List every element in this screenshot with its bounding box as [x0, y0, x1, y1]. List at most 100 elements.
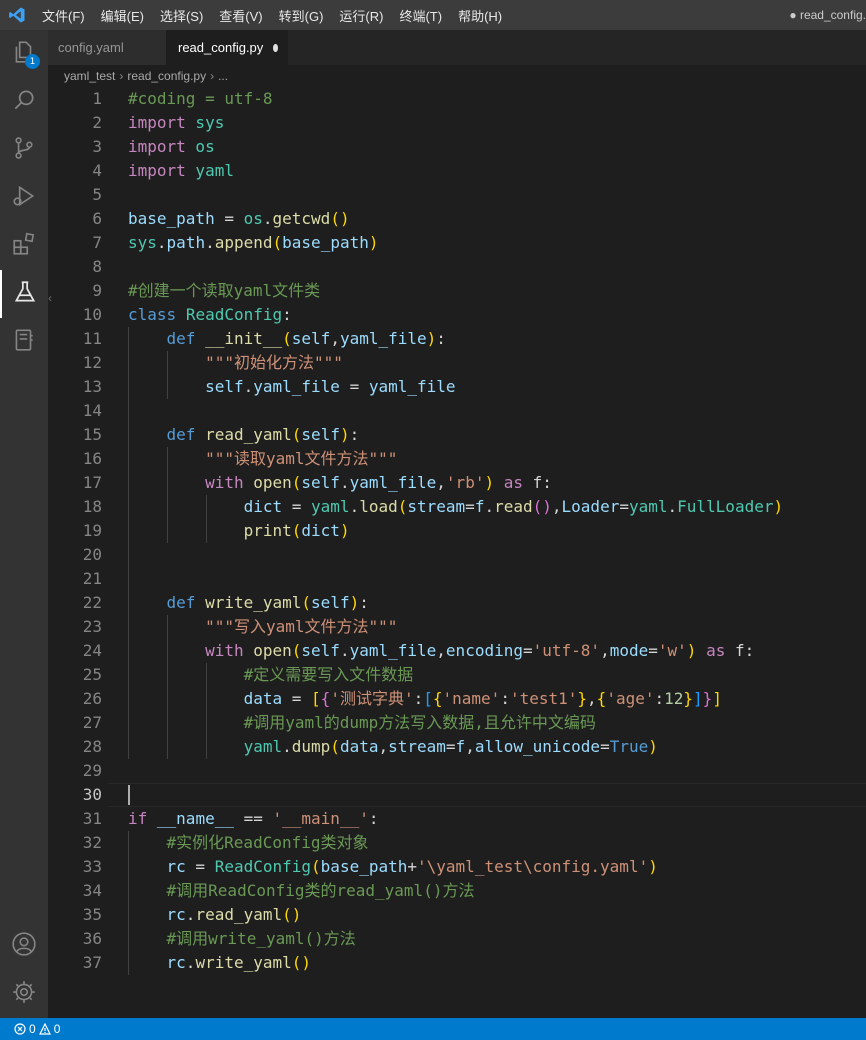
code-token: os [243, 209, 263, 228]
menu-item[interactable]: 终端(T) [391, 6, 450, 25]
code-line[interactable]: 32 #实例化ReadConfig类对象 [48, 831, 866, 855]
code-line[interactable]: 11 def __init__(self,yaml_file): [48, 327, 866, 351]
vscode-logo-icon[interactable] [0, 0, 34, 30]
code-editor[interactable]: ‹ 1 #coding = utf-8 2 import sys 3 import os 4… [48, 87, 866, 1018]
extensions-button[interactable] [0, 222, 48, 270]
problems-indicator[interactable]: 0 0 [14, 1022, 60, 1036]
code-token: 'utf-8' [532, 641, 601, 660]
line-number: 15 [82, 425, 102, 444]
code-token: . [484, 497, 495, 516]
menu-item[interactable]: 编辑(E) [93, 6, 152, 25]
code-line[interactable]: 37 rc.write_yaml() [48, 951, 866, 975]
settings-gear-icon [11, 979, 37, 1010]
code-line[interactable]: 14 [48, 399, 866, 423]
code-token: '测试字典' [330, 689, 414, 708]
breadcrumb-symbol[interactable]: ... [218, 69, 228, 83]
menu-item[interactable]: 查看(V) [211, 6, 270, 25]
line-number: 27 [82, 713, 102, 732]
breadcrumb-folder[interactable]: yaml_test [64, 69, 115, 83]
code-token: '\yaml_test\config.yaml' [417, 857, 649, 876]
menu-item[interactable]: 选择(S) [152, 6, 211, 25]
code-line[interactable]: 5 [48, 183, 866, 207]
menu-item[interactable]: 运行(R) [331, 6, 391, 25]
code-line[interactable]: 21 [48, 567, 866, 591]
code-token: load [359, 497, 398, 516]
menu-item[interactable]: 文件(F) [34, 6, 93, 25]
code-line[interactable]: 28 yaml.dump(data,stream=f,allow_unicode… [48, 735, 866, 759]
code-token: mode [609, 641, 649, 660]
code-line[interactable]: 17 with open(self.yaml_file,'rb') as f: [48, 471, 866, 495]
code-token: sys [185, 113, 225, 132]
explorer-button[interactable]: 1 [0, 30, 48, 78]
code-line[interactable]: 8 [48, 255, 866, 279]
source-control-button[interactable] [0, 126, 48, 174]
testing-button[interactable] [0, 270, 48, 318]
code-line[interactable]: 36 #调用write_yaml()方法 [48, 927, 866, 951]
code-line[interactable]: 4 import yaml [48, 159, 866, 183]
code-line[interactable]: 9 #创建一个读取yaml文件类 [48, 279, 866, 303]
code-text: base_path = os.getcwd() [128, 207, 350, 231]
code-line[interactable]: 24 with open(self.yaml_file,encoding='ut… [48, 639, 866, 663]
code-token: with [205, 473, 244, 492]
line-number: 35 [82, 905, 102, 924]
code-line[interactable]: 31 if __name__ == '__main__': [48, 807, 866, 831]
line-number: 17 [82, 473, 102, 492]
code-text: #coding = utf-8 [128, 87, 273, 111]
code-line[interactable]: 25 #定义需要写入文件数据 [48, 663, 866, 687]
menu-item[interactable]: 转到(G) [271, 6, 332, 25]
run-debug-button[interactable] [0, 174, 48, 222]
notebook-button[interactable] [0, 318, 48, 366]
code-line[interactable]: 30 [48, 783, 866, 807]
code-token: read [494, 497, 533, 516]
code-token: yaml_file [368, 377, 456, 396]
manage-button[interactable] [0, 970, 48, 1018]
code-line[interactable]: 1 #coding = utf-8 [48, 87, 866, 111]
code-line[interactable]: 7 sys.path.append(base_path) [48, 231, 866, 255]
code-line[interactable]: 34 #调用ReadConfig类的read_yaml()方法 [48, 879, 866, 903]
search-button[interactable] [0, 78, 48, 126]
code-token: read_yaml [205, 425, 292, 444]
code-line[interactable]: 12 """初始化方法""" [48, 351, 866, 375]
tab-read-config-py[interactable]: read_config.py [166, 30, 288, 65]
unsaved-dot-icon[interactable] [273, 43, 278, 52]
line-number: 7 [92, 233, 102, 252]
code-text: def read_yaml(self): [128, 423, 360, 447]
code-line[interactable]: 2 import sys [48, 111, 866, 135]
code-line[interactable]: 10 class ReadConfig: [48, 303, 866, 327]
line-number: 34 [82, 881, 102, 900]
code-line[interactable]: 22 def write_yaml(self): [48, 591, 866, 615]
tab-config-yaml[interactable]: config.yaml [48, 30, 166, 65]
code-line[interactable]: 16 """读取yaml文件方法""" [48, 447, 866, 471]
accounts-button[interactable] [0, 922, 48, 970]
code-line[interactable]: 19 print(dict) [48, 519, 866, 543]
code-line[interactable]: 23 """写入yaml文件方法""" [48, 615, 866, 639]
code-text: def __init__(self,yaml_file): [128, 327, 446, 351]
code-token: () [291, 953, 312, 972]
code-line[interactable]: 33 rc = ReadConfig(base_path+'\yaml_test… [48, 855, 866, 879]
line-number: 21 [82, 569, 102, 588]
breadcrumb-file[interactable]: read_config.py [127, 69, 206, 83]
code-line[interactable]: 13 self.yaml_file = yaml_file [48, 375, 866, 399]
code-line[interactable]: 26 data = [{'测试字典':[{'name':'test1'},{'a… [48, 687, 866, 711]
code-line[interactable]: 27 #调用yaml的dump方法写入数据,且允许中文编码 [48, 711, 866, 735]
code-token: : [500, 689, 510, 708]
tab-label: config.yaml [58, 40, 124, 55]
code-line[interactable]: 18 dict = yaml.load(stream=f.read(),Load… [48, 495, 866, 519]
code-line[interactable]: 6 base_path = os.getcwd() [48, 207, 866, 231]
code-line[interactable]: 35 rc.read_yaml() [48, 903, 866, 927]
line-number: 25 [82, 665, 102, 684]
code-token: self [301, 641, 340, 660]
code-text: """读取yaml文件方法""" [128, 447, 397, 471]
testing-icon [12, 279, 38, 310]
code-line[interactable]: 29 [48, 759, 866, 783]
code-text: print(dict) [128, 519, 350, 543]
menu-item[interactable]: 帮助(H) [450, 6, 510, 25]
code-line[interactable]: 3 import os [48, 135, 866, 159]
code-line[interactable]: 15 def read_yaml(self): [48, 423, 866, 447]
activity-bar: 1 [0, 30, 48, 1018]
code-line[interactable]: 20 [48, 543, 866, 567]
code-token: . [156, 233, 167, 252]
